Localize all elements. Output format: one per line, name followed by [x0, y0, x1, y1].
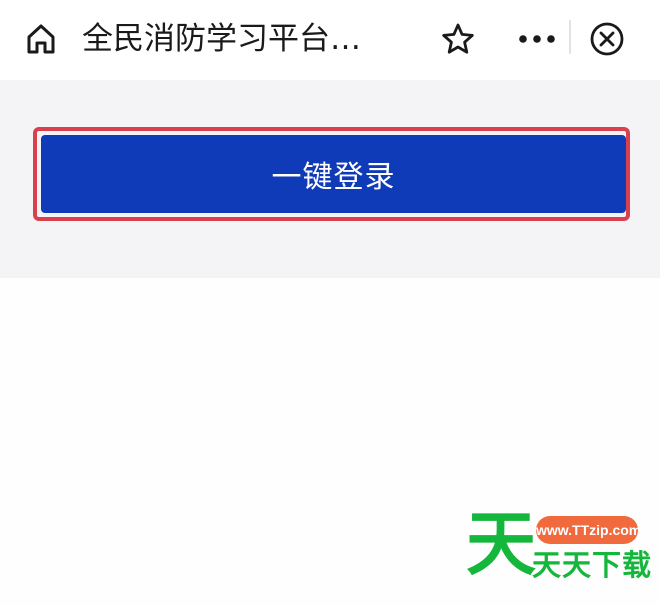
one-click-login-button[interactable]: 一键登录 [41, 135, 626, 213]
close-button[interactable] [584, 16, 630, 62]
watermark-url: www.TTzip.com [536, 516, 641, 544]
more-button[interactable] [512, 17, 562, 61]
home-button[interactable] [22, 20, 60, 58]
favorite-button[interactable] [436, 17, 480, 61]
more-icon [519, 35, 555, 43]
home-icon [27, 24, 55, 54]
page-title: 全民消防学习平台… [82, 21, 361, 57]
toolbar-divider [569, 20, 571, 54]
watermark-logo-char: 天 [466, 503, 536, 585]
watermark-text: 天天下载 [532, 548, 653, 582]
title-bar: 全民消防学习平台… [0, 0, 660, 80]
watermark: 天 www.TTzip.com 天天下载 [466, 503, 651, 588]
page: 全民消防学习平台… 一键登录 天 www.TTzip.com 天天下载 [0, 0, 660, 605]
close-icon [590, 22, 624, 56]
star-icon [442, 23, 474, 54]
